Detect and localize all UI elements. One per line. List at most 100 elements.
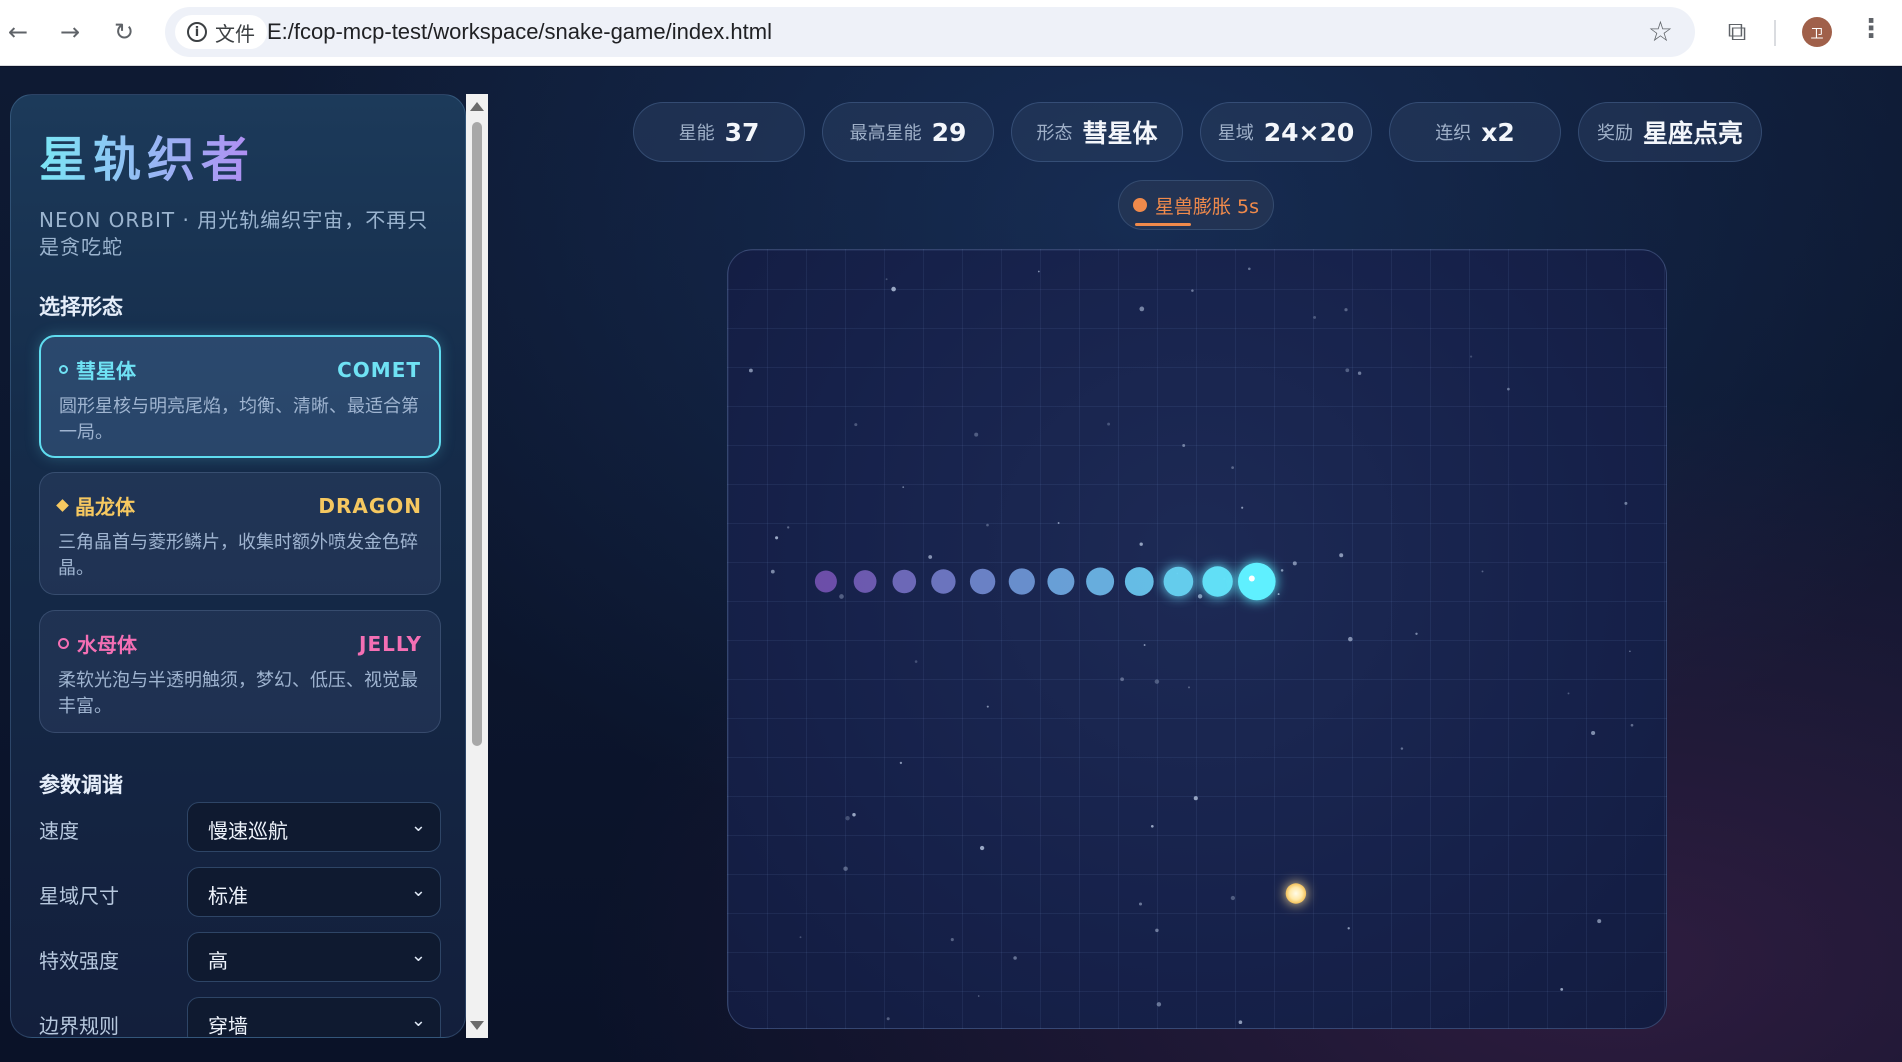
stat-value: 29: [931, 117, 967, 147]
background-star: [902, 486, 905, 488]
background-star: [979, 845, 985, 851]
game-board[interactable]: [727, 249, 1667, 1029]
background-star: [1191, 289, 1194, 292]
background-star: [1277, 593, 1280, 596]
background-star: [1591, 730, 1596, 736]
snake-segment: [1047, 568, 1075, 595]
background-star: [1247, 267, 1251, 271]
background-star: [986, 523, 989, 527]
param-label: 边界规则: [39, 1014, 119, 1038]
address-bar[interactable]: i 文件 E:/fcop-mcp-test/workspace/snake-ga…: [165, 7, 1695, 57]
select-value: 慢速巡航: [208, 819, 288, 843]
select-value: 高: [208, 949, 228, 973]
background-star: [748, 368, 753, 373]
star-food: [1285, 883, 1307, 904]
mode-en-label: JELLY: [359, 631, 422, 656]
boundary-select[interactable]: 穿墙 ⌄: [187, 997, 441, 1037]
url-text[interactable]: E:/fcop-mcp-test/workspace/snake-game/in…: [267, 19, 772, 45]
background-star: [1193, 796, 1198, 801]
background-star: [1238, 1020, 1243, 1025]
snake-segment: [1202, 566, 1233, 597]
site-info-chip[interactable]: i 文件: [175, 15, 267, 49]
more-menu-icon[interactable]: ⋮: [1858, 14, 1884, 44]
background-star: [1154, 679, 1160, 684]
board-size-select[interactable]: 标准 ⌄: [187, 867, 441, 917]
mode-card-comet[interactable]: 彗星体 COMET 圆形星核与明亮尾焰，均衡、清晰、最适合第一局。: [39, 335, 441, 458]
background-star: [1348, 636, 1353, 642]
background-star: [1347, 927, 1350, 930]
param-effects: 特效强度 高 ⌄: [39, 932, 441, 982]
background-star: [1120, 677, 1124, 682]
background-star: [1156, 1002, 1162, 1007]
mode-description: 圆形星核与明亮尾焰，均衡、清晰、最适合第一局。: [59, 396, 419, 443]
background-star: [1630, 723, 1634, 727]
scroll-down-arrow[interactable]: [470, 1021, 484, 1030]
background-star: [928, 555, 933, 559]
mode-card-dragon[interactable]: 晶龙体 DRAGON 三角晶首与菱形鳞片，收集时额外喷发金色碎晶。: [39, 472, 441, 595]
mode-card-jelly[interactable]: 水母体 JELLY 柔软光泡与半透明触须，梦幻、低压、视觉最丰富。: [39, 610, 441, 733]
param-label: 特效强度: [39, 949, 119, 973]
stat-value: 星座点亮: [1642, 119, 1743, 148]
background-star: [1280, 569, 1284, 572]
speed-select[interactable]: 慢速巡航 ⌄: [187, 802, 441, 852]
chevron-down-icon: ⌄: [410, 1010, 426, 1031]
powerup-status-badge: 星兽膨胀 5s: [1118, 180, 1274, 230]
background-star: [1597, 919, 1602, 924]
background-star: [1155, 928, 1159, 933]
background-star: [854, 423, 858, 427]
snake-segment: [931, 569, 956, 594]
background-star: [1143, 644, 1146, 646]
param-label: 星域尺寸: [39, 884, 119, 908]
background-star: [775, 536, 779, 540]
mode-section-label: 选择形态: [39, 295, 123, 319]
background-star: [1182, 444, 1186, 447]
board-canvas: [748, 267, 1634, 1025]
forward-icon[interactable]: →: [52, 14, 88, 50]
profile-avatar[interactable]: 卫: [1802, 17, 1832, 47]
snake-segment: [1124, 567, 1154, 596]
mode-description: 柔软光泡与半透明触须，梦幻、低压、视觉最丰富。: [58, 670, 418, 717]
background-star: [839, 594, 844, 599]
status-progress-bar: [1135, 223, 1191, 226]
stat-key: 最高星能: [849, 123, 922, 144]
chevron-down-icon: ⌄: [410, 880, 426, 901]
background-star: [914, 660, 918, 663]
toolbar-divider: [1774, 20, 1776, 46]
background-star: [1292, 561, 1297, 566]
site-info-label: 文件: [215, 21, 255, 46]
reload-icon[interactable]: ↻: [106, 14, 142, 50]
mode-name: 晶龙体: [75, 495, 135, 519]
stat-key: 形态: [1036, 123, 1073, 144]
effects-select[interactable]: 高 ⌄: [187, 932, 441, 982]
background-star: [1560, 987, 1564, 991]
param-speed: 速度 慢速巡航 ⌄: [39, 802, 441, 852]
background-star: [1344, 308, 1348, 312]
background-star: [1013, 956, 1017, 960]
background-star: [1481, 570, 1484, 573]
background-star: [787, 526, 790, 529]
snake-segment: [969, 568, 996, 595]
scroll-thumb[interactable]: [472, 122, 482, 746]
background-star: [891, 286, 896, 292]
game-page: 星轨织者 NEON ORBIT · 用光轨编织宇宙，不再只是贪吃蛇 选择形态 彗…: [0, 67, 1902, 1062]
stat-value: 彗星体: [1082, 119, 1158, 148]
background-star: [899, 761, 903, 765]
panel-scrollbar[interactable]: [466, 94, 488, 1038]
background-star: [1400, 747, 1404, 750]
snake-segment: [853, 570, 877, 593]
background-star: [1037, 270, 1040, 273]
background-star: [1567, 692, 1570, 695]
param-section-label: 参数调谐: [39, 773, 123, 797]
background-star: [986, 705, 989, 708]
chevron-down-icon: ⌄: [410, 945, 426, 966]
diamond-icon: [56, 499, 69, 512]
param-board-size: 星域尺寸 标准 ⌄: [39, 867, 441, 917]
bookmark-star-icon[interactable]: ☆: [1648, 15, 1673, 48]
back-icon[interactable]: ←: [0, 14, 36, 50]
background-star: [974, 432, 979, 437]
ring-icon: [59, 365, 68, 374]
scroll-up-arrow[interactable]: [470, 102, 484, 111]
extensions-icon[interactable]: ⧉: [1719, 14, 1755, 50]
background-star: [1415, 632, 1418, 635]
background-star: [799, 936, 802, 939]
